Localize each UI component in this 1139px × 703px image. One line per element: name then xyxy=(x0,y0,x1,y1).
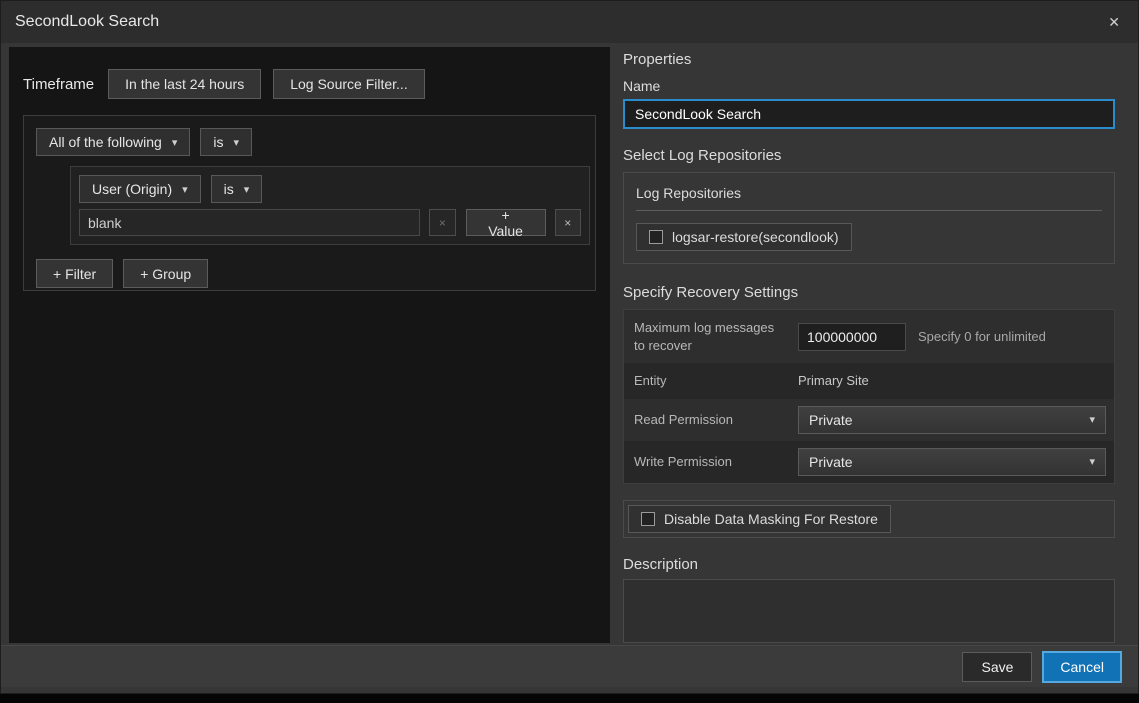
add-row: + Filter + Group xyxy=(36,259,583,288)
filter-builder: All of the following ▾ is ▾ User (Origin… xyxy=(23,115,596,291)
max-messages-row: Maximum log messages to recover Specify … xyxy=(624,310,1114,363)
write-permission-row: Write Permission Private ▾ xyxy=(624,441,1114,483)
group-operator-row: All of the following ▾ is ▾ xyxy=(36,128,583,156)
disable-masking-checkbox[interactable] xyxy=(641,512,655,526)
chevron-down-icon: ▾ xyxy=(244,183,250,196)
chevron-down-icon: ▾ xyxy=(1089,455,1095,468)
filter-value-input[interactable] xyxy=(79,209,420,236)
read-permission-label: Read Permission xyxy=(624,402,798,438)
timeframe-row: Timeframe In the last 24 hours Log Sourc… xyxy=(9,47,610,99)
write-permission-value: Private xyxy=(809,454,853,470)
log-repositories-box: Log Repositories logsar-restore(secondlo… xyxy=(623,172,1115,264)
log-source-filter-button[interactable]: Log Source Filter... xyxy=(273,69,425,99)
timeframe-label: Timeframe xyxy=(23,76,94,93)
save-button[interactable]: Save xyxy=(962,652,1032,682)
field-dropdown[interactable]: User (Origin) ▾ xyxy=(79,175,201,203)
add-value-button[interactable]: + Value xyxy=(466,209,546,236)
group-operator-dropdown[interactable]: All of the following ▾ xyxy=(36,128,190,156)
properties-heading: Properties xyxy=(623,51,1115,68)
secondlook-dialog: SecondLook Search ✕ Timeframe In the las… xyxy=(0,0,1139,694)
chevron-down-icon: ▾ xyxy=(234,136,240,149)
remove-filter-button[interactable]: × xyxy=(555,209,581,236)
entity-row: Entity Primary Site xyxy=(624,363,1114,399)
disable-masking-option[interactable]: Disable Data Masking For Restore xyxy=(628,505,891,533)
properties-panel: Properties Name Select Log Repositories … xyxy=(623,51,1115,648)
max-messages-label: Maximum log messages to recover xyxy=(624,310,798,363)
timeframe-button[interactable]: In the last 24 hours xyxy=(108,69,261,99)
divider xyxy=(636,210,1102,211)
group-condition-dropdown[interactable]: is ▾ xyxy=(200,128,252,156)
add-group-button[interactable]: + Group xyxy=(123,259,208,288)
chevron-down-icon: ▾ xyxy=(172,136,178,149)
description-label: Description xyxy=(623,556,1115,573)
disable-masking-label: Disable Data Masking For Restore xyxy=(664,511,878,527)
entity-label: Entity xyxy=(624,363,798,399)
description-textarea[interactable] xyxy=(623,579,1115,643)
masking-box: Disable Data Masking For Restore xyxy=(623,500,1115,538)
write-permission-cell: Private ▾ xyxy=(798,441,1114,483)
field-row: User (Origin) ▾ is ▾ xyxy=(79,175,581,203)
search-filter-panel: Timeframe In the last 24 hours Log Sourc… xyxy=(9,47,610,643)
chevron-down-icon: ▾ xyxy=(182,183,188,196)
max-messages-hint: Specify 0 for unlimited xyxy=(918,329,1046,344)
select-repositories-label: Select Log Repositories xyxy=(623,147,1115,164)
remove-icon: × xyxy=(564,216,571,230)
footer-bar: Save Cancel xyxy=(1,645,1138,687)
read-permission-dropdown[interactable]: Private ▾ xyxy=(798,406,1106,434)
value-row: × + Value × xyxy=(79,209,581,236)
group-condition-value: is xyxy=(213,134,223,150)
chevron-down-icon: ▾ xyxy=(1089,413,1095,426)
name-label: Name xyxy=(623,78,1115,94)
remove-icon: × xyxy=(439,216,446,230)
titlebar: SecondLook Search ✕ xyxy=(1,1,1138,43)
repository-label: logsar-restore(secondlook) xyxy=(672,229,839,245)
repository-checkbox[interactable] xyxy=(649,230,663,244)
recovery-settings-table: Maximum log messages to recover Specify … xyxy=(623,309,1115,484)
field-value: User (Origin) xyxy=(92,181,172,197)
name-input[interactable] xyxy=(623,99,1115,129)
cancel-button[interactable]: Cancel xyxy=(1042,651,1122,683)
max-messages-value-cell: Specify 0 for unlimited xyxy=(798,316,1114,358)
entity-value-cell: Primary Site xyxy=(798,366,1114,395)
read-permission-value: Private xyxy=(809,412,853,428)
field-condition-value: is xyxy=(224,181,234,197)
field-condition-dropdown[interactable]: is ▾ xyxy=(211,175,263,203)
close-icon[interactable]: ✕ xyxy=(1104,12,1124,33)
log-repositories-heading: Log Repositories xyxy=(636,185,1102,201)
read-permission-cell: Private ▾ xyxy=(798,399,1114,441)
remove-value-button[interactable]: × xyxy=(429,209,455,236)
write-permission-label: Write Permission xyxy=(624,444,798,480)
group-operator-value: All of the following xyxy=(49,134,162,150)
filter-condition-box: User (Origin) ▾ is ▾ × + Value × xyxy=(70,166,590,245)
read-permission-row: Read Permission Private ▾ xyxy=(624,399,1114,441)
recovery-settings-heading: Specify Recovery Settings xyxy=(623,284,1115,301)
repository-item[interactable]: logsar-restore(secondlook) xyxy=(636,223,852,251)
max-messages-input[interactable] xyxy=(798,323,906,351)
add-filter-button[interactable]: + Filter xyxy=(36,259,113,288)
write-permission-dropdown[interactable]: Private ▾ xyxy=(798,448,1106,476)
window-title: SecondLook Search xyxy=(15,13,159,31)
entity-value: Primary Site xyxy=(798,373,869,388)
